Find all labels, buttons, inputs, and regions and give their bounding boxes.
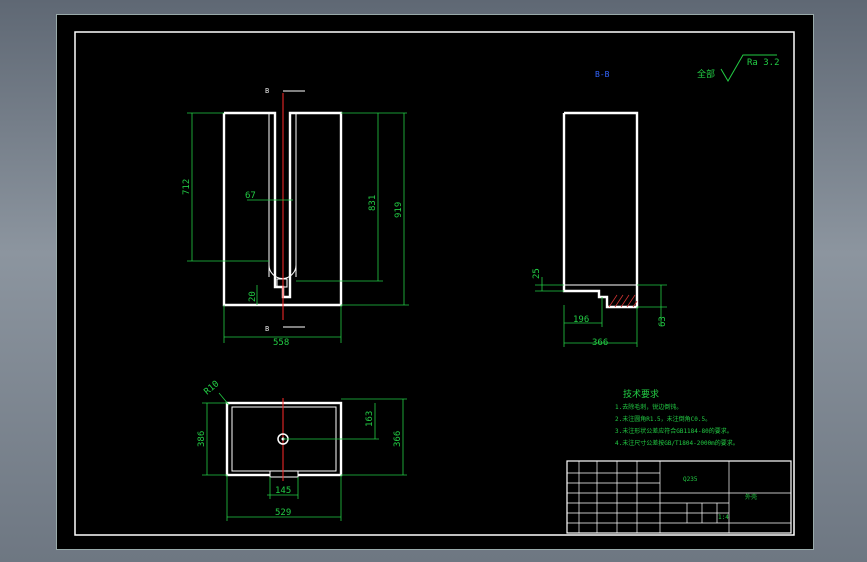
dim-text-386: 386	[197, 431, 207, 447]
front-view: B B 712 67 831 919 20 558	[182, 87, 409, 348]
section-label-bottom: B	[265, 325, 269, 333]
top-view: R10 386 163 366 145 529	[197, 379, 407, 521]
section-label-top: B	[265, 87, 269, 95]
tech-req-item-1: 1.去除毛刺，锐边倒钝。	[615, 403, 682, 411]
drawing-sheet: B B 712 67 831 919 20 558 B-B 25 196 366…	[56, 14, 814, 550]
tech-req-item-4: 4.未注尺寸公差按GB/T1804-2000m的要求。	[615, 439, 739, 447]
top-slot	[269, 470, 299, 478]
dim-text-67: 67	[245, 191, 256, 201]
dim-text-145: 145	[275, 486, 291, 496]
tech-req-item-2: 2.未注圆角R1.5，未注倒角C0.5。	[615, 415, 711, 423]
dim-text-20: 20	[248, 291, 258, 302]
dim-text-712: 712	[182, 179, 192, 195]
tech-requirements: 技术要求 1.去除毛刺，锐边倒钝。 2.未注圆角R1.5，未注倒角C0.5。 3…	[615, 388, 739, 447]
side-view-title: B-B	[595, 70, 610, 79]
dim-text-366-top: 366	[393, 431, 403, 447]
dim-text-25: 25	[532, 268, 542, 279]
title-block-material: Q235	[683, 476, 698, 483]
title-block: Q235 外壳 1:4	[566, 460, 792, 534]
side-view: B-B 25 196 366 63	[532, 70, 668, 348]
dim-text-366: 366	[592, 338, 608, 348]
drawing-frame	[74, 31, 795, 536]
tech-req-title: 技术要求	[623, 388, 659, 400]
side-outline	[562, 111, 639, 309]
title-block-border	[566, 460, 792, 534]
dim-text-529: 529	[275, 508, 291, 518]
tech-req-item-3: 3.未注形状公差应符合GB1184-80的要求。	[615, 427, 733, 435]
side-hatching	[608, 294, 638, 308]
dim-text-558: 558	[273, 338, 289, 348]
roughness-symbol: 全部 Ra 3.2	[697, 54, 780, 82]
roughness-value: Ra 3.2	[747, 58, 780, 68]
drawing-canvas: B B 712 67 831 919 20 558 B-B 25 196 366…	[74, 31, 795, 536]
dim-text-r10: R10	[203, 379, 222, 397]
dim-text-831: 831	[368, 195, 378, 211]
dim-text-919: 919	[394, 202, 404, 218]
dim-text-196: 196	[573, 315, 589, 325]
title-block-part-name: 外壳	[745, 493, 757, 501]
title-block-scale: 1:4	[718, 514, 729, 521]
dim-text-63: 63	[658, 316, 668, 327]
dim-text-163: 163	[365, 411, 375, 427]
roughness-label: 全部	[697, 68, 715, 80]
